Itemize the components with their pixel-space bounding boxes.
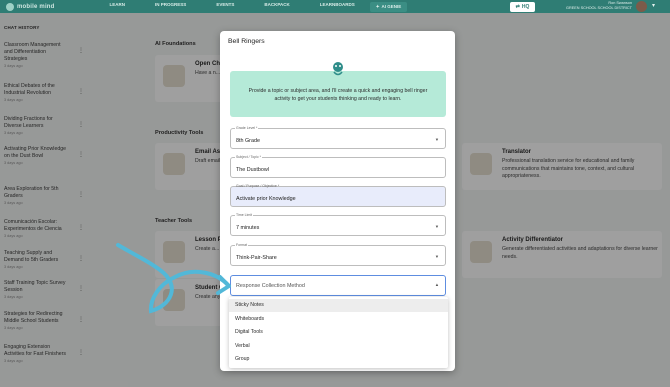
option-digital-tools[interactable]: Digital Tools [229,326,448,339]
modal-title: Bell Ringers [228,38,265,45]
option-sticky-notes[interactable]: Sticky Notes [229,299,448,312]
logo[interactable]: mobile mind [6,2,55,11]
info-banner: Provide a topic or subject area, and I'l… [230,62,446,117]
option-verbal[interactable]: Verbal [229,340,448,353]
field-value: Think-Pair-Share [236,255,277,261]
subject-topic-input[interactable]: Subject / Topic * The Dustbowl [230,155,446,178]
nav-events[interactable]: EVENTS [201,2,249,12]
user-info: Ron Swanson GREEN SCHOOL SCHOOL DISTRICT [560,1,632,11]
nav-in-progress[interactable]: IN PROGRESS [140,2,201,12]
nav-learn[interactable]: LEARN [95,2,141,12]
nav-backpack[interactable]: BACKPACK [249,2,304,12]
format-select[interactable]: Format Think-Pair-Share ▼ [230,243,446,266]
field-value: Activate prior Knowledge [236,196,296,202]
field-label: Format [235,243,249,247]
grade-level-select[interactable]: Grade Level * 8th Grade ▼ [230,126,446,149]
chevron-down-icon[interactable]: ▾ [652,2,655,9]
avatar[interactable] [636,1,647,12]
logo-text: mobile mind [17,3,55,10]
dropdown-arrow-icon: ▼ [434,224,439,229]
field-label: Subject / Topic * [235,155,263,159]
hq-button[interactable]: ⇄ HQ [510,1,535,12]
response-method-select[interactable]: Response Collection Method ▲ [230,275,446,296]
field-label: Goal / Purpose / Objective * [236,184,280,188]
option-group[interactable]: Group [229,353,448,366]
field-value: The Dustbowl [236,167,269,173]
response-method-options: Sticky Notes Whiteboards Digital Tools V… [229,297,448,368]
hq-label: HQ [521,3,530,10]
dropdown-arrow-icon: ▲ [434,282,439,287]
nav-ai-genie-label: AI GENIE [381,4,402,9]
main-nav: LEARN IN PROGRESS EVENTS BACKPACK LEARNB… [95,1,408,12]
logo-icon [6,2,14,11]
nav-learnboards[interactable]: LEARNBOARDS [305,2,370,12]
time-limit-select[interactable]: Time Limit 7 minutes ▼ [230,213,446,236]
field-placeholder: Response Collection Method [236,283,305,289]
field-label: Time Limit [235,213,254,217]
field-label: Grade Level * [235,126,259,130]
field-value: 8th Grade [236,138,260,144]
nav-ai-genie[interactable]: ✦ AI GENIE [369,1,408,12]
genie-icon [333,62,343,76]
hq-icon: ⇄ [515,3,520,10]
dropdown-arrow-icon: ▼ [434,137,439,142]
field-value: 7 minutes [236,225,260,231]
goal-purpose-input[interactable]: Goal / Purpose / Objective * Activate pr… [230,184,446,207]
option-whiteboards[interactable]: Whiteboards [229,313,448,326]
banner-text: Provide a topic or subject area, and I'l… [248,88,428,102]
ai-genie-icon: ✦ [375,3,380,9]
user-org: GREEN SCHOOL SCHOOL DISTRICT [566,6,632,10]
dropdown-arrow-icon: ▼ [434,254,439,259]
